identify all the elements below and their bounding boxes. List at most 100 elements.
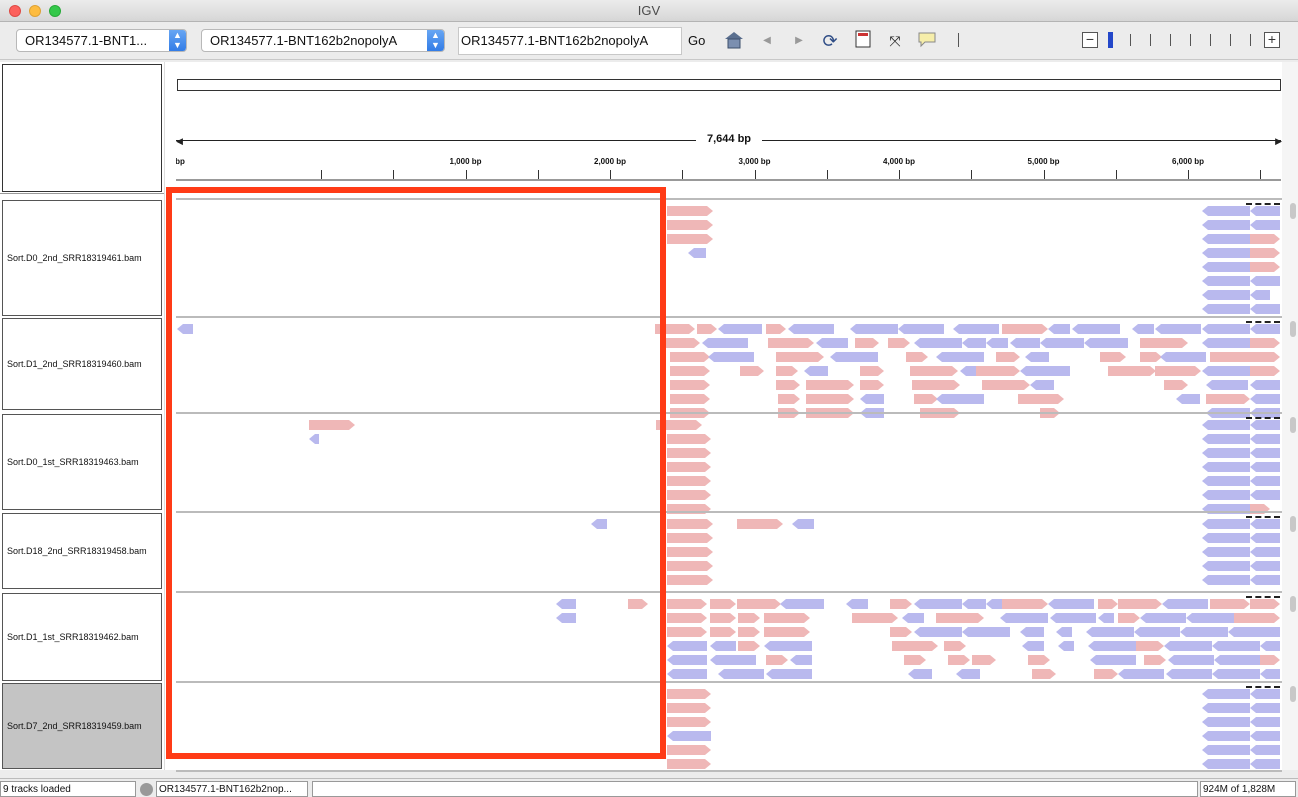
alignment-read[interactable] <box>1206 394 1250 404</box>
track-name-2[interactable]: Sort.D1_2nd_SRR18319460.bam <box>2 318 162 410</box>
alignment-read[interactable] <box>1206 380 1248 390</box>
alignment-read[interactable] <box>780 599 824 609</box>
alignment-read[interactable] <box>667 669 707 679</box>
zoom-level-tick[interactable] <box>1190 34 1191 46</box>
alignment-read[interactable] <box>764 627 810 637</box>
alignment-read[interactable] <box>1202 519 1250 529</box>
alignment-read[interactable] <box>1250 276 1280 286</box>
alignment-read[interactable] <box>1250 338 1280 348</box>
alignment-read[interactable] <box>1160 352 1206 362</box>
alignment-read[interactable] <box>1250 599 1280 609</box>
alignment-read[interactable] <box>1086 627 1134 637</box>
alignment-read[interactable] <box>667 575 713 585</box>
alignment-read[interactable] <box>1250 448 1280 458</box>
alignment-read[interactable] <box>1250 759 1280 769</box>
back-icon[interactable]: ◀ <box>756 30 778 52</box>
alignment-read[interactable] <box>1250 206 1280 216</box>
alignment-read[interactable] <box>656 420 702 430</box>
alignment-read[interactable] <box>910 366 958 376</box>
alignment-read[interactable] <box>670 366 710 376</box>
alignment-read[interactable] <box>1202 462 1250 472</box>
alignment-read[interactable] <box>1134 627 1180 637</box>
alignment-read[interactable] <box>850 324 898 334</box>
alignment-read[interactable] <box>1118 599 1162 609</box>
alignment-read[interactable] <box>1250 304 1280 314</box>
alignment-read[interactable] <box>1002 324 1048 334</box>
alignment-read[interactable] <box>1250 561 1280 571</box>
alignment-read[interactable] <box>667 599 707 609</box>
genome-select[interactable]: OR134577.1-BNT1... ▲ ▼ <box>16 29 187 52</box>
alignment-read[interactable] <box>1202 476 1250 486</box>
alignment-read[interactable] <box>936 613 984 623</box>
alignment-read[interactable] <box>667 490 711 500</box>
zoom-level-tick[interactable] <box>1150 34 1151 46</box>
roi-icon[interactable] <box>852 30 874 52</box>
alignment-read[interactable] <box>667 627 707 637</box>
alignment-read[interactable] <box>936 352 984 362</box>
track-name-1[interactable]: Sort.D0_2nd_SRR18319461.bam <box>2 200 162 316</box>
alignment-read[interactable] <box>1250 547 1280 557</box>
alignment-read[interactable] <box>1202 276 1250 286</box>
alignment-read[interactable] <box>1040 338 1084 348</box>
forward-icon[interactable]: ▶ <box>788 30 810 52</box>
alignment-read[interactable] <box>1202 717 1250 727</box>
alignment-read[interactable] <box>1202 324 1250 334</box>
alignment-read[interactable] <box>1202 731 1250 741</box>
alignment-read[interactable] <box>1155 366 1201 376</box>
alignment-read[interactable] <box>1250 476 1280 486</box>
alignment-read[interactable] <box>914 599 962 609</box>
alignment-read[interactable] <box>1250 352 1280 362</box>
alignment-read[interactable] <box>1202 248 1250 258</box>
alignment-read[interactable] <box>1202 533 1250 543</box>
alignment-read[interactable] <box>1202 366 1250 376</box>
alignment-read[interactable] <box>309 420 355 430</box>
alignment-read[interactable] <box>667 476 711 486</box>
zoom-out-button[interactable]: − <box>1082 32 1098 48</box>
alignment-read[interactable] <box>1202 703 1250 713</box>
alignment-read[interactable] <box>1250 703 1280 713</box>
alignment-read[interactable] <box>667 448 711 458</box>
alignment-read[interactable] <box>1000 613 1048 623</box>
alignment-read[interactable] <box>1212 641 1260 651</box>
alignment-read[interactable] <box>1202 561 1250 571</box>
minimize-window-button[interactable] <box>29 5 41 17</box>
alignment-read[interactable] <box>976 366 1020 376</box>
alignment-read[interactable] <box>667 655 707 665</box>
alignment-read[interactable] <box>670 352 710 362</box>
alignment-read[interactable] <box>1202 304 1250 314</box>
alignment-read[interactable] <box>667 613 707 623</box>
alignment-read[interactable] <box>914 338 962 348</box>
alignment-read[interactable] <box>1202 434 1250 444</box>
track-scrollbar-thumb[interactable] <box>1290 686 1296 702</box>
alignment-read[interactable] <box>1164 641 1212 651</box>
alignment-read[interactable] <box>667 220 713 230</box>
alignment-read[interactable] <box>1186 613 1234 623</box>
alignment-read[interactable] <box>914 627 962 637</box>
popup-text-icon[interactable] <box>916 30 938 52</box>
zoom-level-tick[interactable] <box>1250 34 1251 46</box>
alignment-read[interactable] <box>708 352 754 362</box>
refresh-icon[interactable]: ⟳ <box>819 30 841 52</box>
track-scrollbar-thumb[interactable] <box>1290 516 1296 532</box>
alignment-read[interactable] <box>1228 627 1276 637</box>
alignment-read[interactable] <box>667 533 713 543</box>
alignment-read[interactable] <box>1168 655 1214 665</box>
alignment-read[interactable] <box>1202 745 1250 755</box>
alignment-read[interactable] <box>667 689 711 699</box>
go-button[interactable]: Go <box>688 33 705 48</box>
alignment-read[interactable] <box>667 462 711 472</box>
alignment-read[interactable] <box>1250 220 1280 230</box>
alignment-read[interactable] <box>1250 234 1280 244</box>
chromosome-select[interactable]: OR134577.1-BNT162b2nopolyA ▲ ▼ <box>201 29 445 52</box>
alignment-read[interactable] <box>667 547 713 557</box>
alignment-read[interactable] <box>1202 338 1250 348</box>
alignment-read[interactable] <box>1250 262 1280 272</box>
alignment-read[interactable] <box>1202 689 1250 699</box>
alignment-read[interactable] <box>1250 434 1280 444</box>
track-scrollbar-thumb[interactable] <box>1290 321 1296 337</box>
alignment-read[interactable] <box>1250 575 1280 585</box>
zoom-level-tick[interactable] <box>1108 32 1113 48</box>
alignment-read[interactable] <box>1250 420 1280 430</box>
alignment-read[interactable] <box>1202 206 1250 216</box>
alignment-read[interactable] <box>1002 599 1048 609</box>
